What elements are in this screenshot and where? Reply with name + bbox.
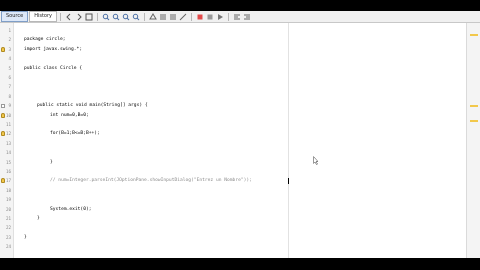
toolbar-separator (227, 12, 229, 21)
line-number: 7 (8, 84, 11, 90)
find-next-icon[interactable] (112, 13, 120, 21)
code-line: // num=Integer.parseInt(JOptionPane.show… (50, 178, 252, 184)
editor-toolbar: Source History (0, 11, 480, 23)
uncomment-icon[interactable] (233, 13, 241, 21)
line-number: 6 (8, 75, 11, 80)
shift-right-icon[interactable] (169, 13, 177, 21)
zoom-in-icon[interactable] (132, 13, 140, 21)
search-icon[interactable] (149, 12, 157, 21)
tab-history[interactable]: History (29, 11, 57, 22)
code-line: package circle; (24, 37, 66, 43)
bookmark-icon[interactable] (243, 13, 251, 21)
text-caret (288, 177, 289, 184)
toggle-icon[interactable] (85, 13, 93, 21)
hint-bulb-icon[interactable] (1, 178, 5, 184)
code-line: public class Circle { (24, 65, 83, 71)
find-prev-icon[interactable] (102, 13, 110, 21)
code-line: } (24, 234, 27, 240)
warning-marker[interactable] (470, 120, 478, 122)
line-number: 15 (5, 159, 11, 165)
line-number: 8 (8, 93, 11, 99)
line-number: 23 (5, 234, 11, 240)
error-stripe (466, 23, 480, 258)
comment-icon[interactable] (179, 13, 187, 21)
code-line: for(B=1;B<=B;B++); (50, 131, 100, 137)
editor-window: Source History 1 2 3 4 5 6 7 8 9 10 11 12 13 14 15 16 17… (0, 11, 480, 258)
code-line: public static void main(String[] args) { (37, 103, 148, 109)
line-number: 19 (5, 197, 11, 203)
line-number: 22 (5, 225, 11, 231)
code-line: } (37, 216, 40, 221)
record-icon[interactable] (196, 13, 204, 21)
line-number: 1 (8, 28, 11, 33)
back-icon[interactable] (65, 13, 73, 21)
toolbar-separator (59, 12, 61, 21)
hint-bulb-icon[interactable] (1, 112, 5, 118)
warning-marker[interactable] (470, 105, 478, 107)
line-number: 5 (8, 65, 11, 71)
line-number: 24 (5, 244, 11, 250)
stop-icon[interactable] (206, 13, 214, 21)
fold-icon[interactable] (1, 103, 5, 108)
hint-bulb-icon[interactable] (1, 46, 5, 52)
play-icon[interactable] (216, 13, 224, 21)
line-number: 2 (8, 37, 11, 43)
code-line: System.exit(0); (50, 206, 92, 212)
line-number: 13 (5, 140, 11, 146)
find-icon[interactable] (122, 13, 130, 21)
code-line: int num=0,B=0; (50, 112, 89, 118)
line-number: 11 (5, 122, 11, 127)
mouse-cursor-icon (313, 156, 319, 165)
line-number: 21 (5, 216, 11, 221)
forward-icon[interactable] (75, 13, 83, 21)
warning-marker[interactable] (470, 34, 478, 36)
toolbar-separator (143, 12, 145, 21)
line-number: 18 (5, 187, 11, 193)
line-number: 20 (5, 206, 11, 212)
hint-bulb-icon[interactable] (1, 131, 5, 137)
shift-left-icon[interactable] (159, 13, 167, 21)
code-line: import javax.swing.*; (24, 46, 83, 52)
line-number: 14 (5, 150, 11, 156)
toolbar-separator (96, 12, 98, 21)
line-number: 4 (8, 56, 11, 62)
tab-source[interactable]: Source (1, 11, 29, 22)
code-line: } (50, 159, 53, 165)
toolbar-separator (190, 12, 192, 21)
line-number: 16 (5, 169, 11, 174)
code-editor[interactable]: package circle; import javax.swing.*; publ… (13, 23, 465, 258)
line-number-gutter: 1 2 3 4 5 6 7 8 9 10 11 12 13 14 15 16 17 18 19 20 21 22 23 24 (0, 23, 14, 258)
